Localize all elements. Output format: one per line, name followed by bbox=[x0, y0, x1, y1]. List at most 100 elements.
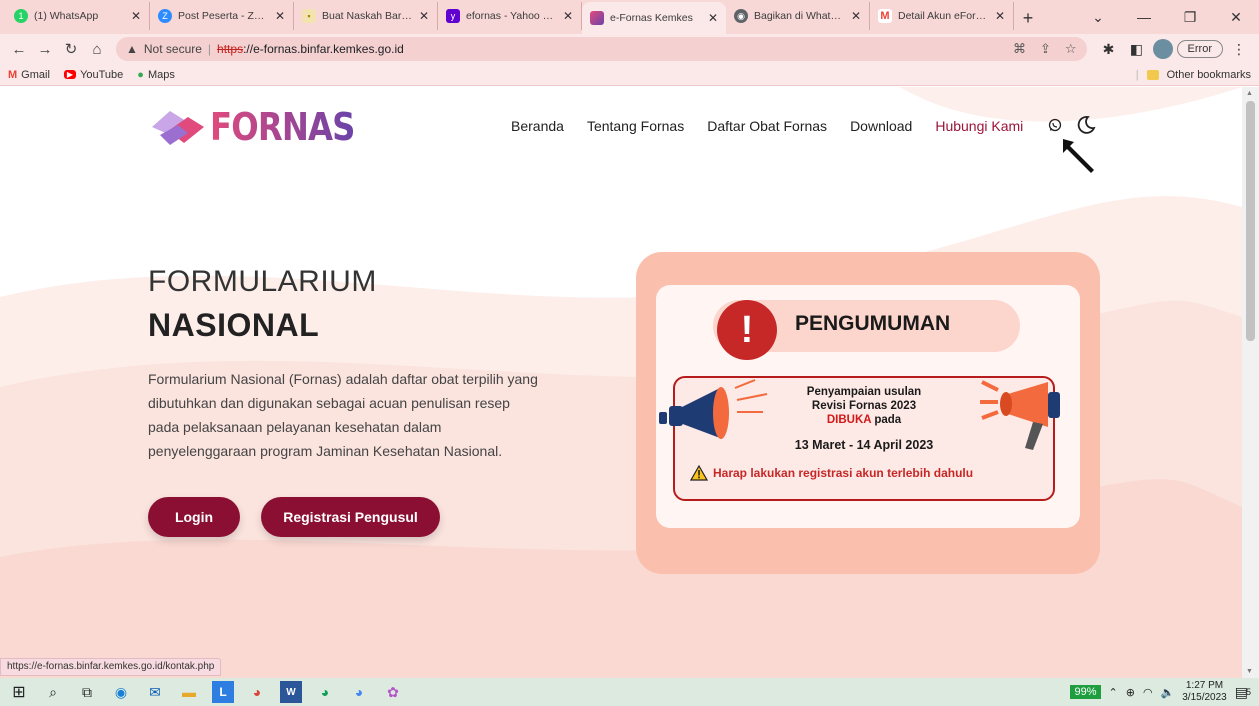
tab-label: Post Peserta - Zoom bbox=[178, 10, 269, 22]
wifi-icon[interactable]: ◠ bbox=[1143, 686, 1153, 699]
announcement-dates: 13 Maret - 14 April 2023 bbox=[794, 438, 934, 452]
close-icon[interactable]: ✕ bbox=[131, 9, 141, 23]
register-button[interactable]: Registrasi Pengusul bbox=[261, 497, 440, 537]
clock-time: 1:27 PM bbox=[1185, 680, 1224, 691]
login-button[interactable]: Login bbox=[148, 497, 240, 537]
edge-icon[interactable]: ◉ bbox=[110, 681, 132, 703]
clock[interactable]: 1:27 PM 3/15/2023 bbox=[1182, 680, 1227, 704]
tab-zoom[interactable]: Z Post Peserta - Zoom ✕ bbox=[150, 2, 294, 30]
mail-icon[interactable]: ✉ bbox=[144, 681, 166, 703]
hero-description: Formularium Nasional (Fornas) adalah daf… bbox=[148, 371, 538, 459]
bookmarks-bar: M Gmail ▶ YouTube ● Maps | Other bookmarks bbox=[0, 64, 1259, 86]
windows-taskbar: ⊞ ⌕ ⧉ ◉ ✉ ▬ L ◕ W ◕ ◕ ✿ 99% ⌃ ⊕ ◠ 🔈 1:27… bbox=[0, 678, 1259, 706]
close-icon[interactable]: ✕ bbox=[563, 9, 573, 23]
menu-icon[interactable]: ⋮ bbox=[1227, 41, 1251, 58]
bookmark-label: Gmail bbox=[21, 68, 50, 81]
security-label[interactable]: Not secure bbox=[144, 42, 202, 56]
side-panel-icon[interactable]: ◧ bbox=[1125, 41, 1149, 58]
whatsapp-icon[interactable] bbox=[1048, 118, 1062, 132]
fornas-logo[interactable]: FORNAS bbox=[148, 105, 380, 149]
extensions-icon[interactable]: ✱ bbox=[1097, 41, 1121, 58]
tab-naskah[interactable]: ▪ Buat Naskah Baru - SI ✕ bbox=[294, 2, 438, 30]
maps-icon: ● bbox=[137, 68, 144, 81]
close-icon[interactable]: ✕ bbox=[708, 11, 718, 25]
minimize-button[interactable]: — bbox=[1121, 9, 1167, 25]
tab-search-icon[interactable]: ⌄ bbox=[1075, 9, 1121, 26]
tab-whatsapp[interactable]: 1 (1) WhatsApp ✕ bbox=[6, 2, 150, 30]
nav-beranda[interactable]: Beranda bbox=[511, 118, 564, 134]
bookmark-label: Maps bbox=[147, 68, 175, 81]
back-button[interactable]: ← bbox=[8, 38, 30, 60]
nav-daftar-obat[interactable]: Daftar Obat Fornas bbox=[707, 118, 827, 134]
bookmark-star-icon[interactable]: ☆ bbox=[1065, 41, 1077, 57]
yahoo-icon: y bbox=[446, 9, 460, 23]
warning-icon[interactable]: ▲ bbox=[126, 42, 138, 56]
tab-label: Bagikan di WhatsApp bbox=[754, 10, 845, 22]
reload-button[interactable]: ↻ bbox=[60, 38, 82, 60]
tab-efornas[interactable]: e-Fornas Kemkes ✕ bbox=[582, 2, 726, 34]
url[interactable]: https://e-fornas.binfar.kemkes.go.id bbox=[217, 42, 404, 56]
share-icon[interactable]: ⇪ bbox=[1040, 41, 1051, 57]
tab-yahoo[interactable]: y efornas - Yahoo Search ✕ bbox=[438, 2, 582, 30]
announcement-line2: Revisi Fornas 2023 bbox=[811, 400, 917, 412]
chrome-icon[interactable]: ◕ bbox=[314, 681, 336, 703]
bookmark-youtube[interactable]: ▶ YouTube bbox=[63, 69, 123, 81]
scrollbar-thumb[interactable] bbox=[1246, 101, 1255, 341]
main-nav: Beranda Tentang Fornas Daftar Obat Forna… bbox=[511, 118, 1023, 134]
close-icon[interactable]: ✕ bbox=[995, 9, 1005, 23]
whatsapp-icon: 1 bbox=[14, 9, 28, 23]
notification-count: 5 bbox=[1245, 687, 1251, 697]
network-icon[interactable]: ⊕ bbox=[1126, 686, 1135, 699]
scroll-down-icon[interactable]: ▼ bbox=[1246, 668, 1253, 675]
address-bar[interactable]: ▲ Not secure | https://e-fornas.binfar.k… bbox=[116, 37, 1087, 61]
nav-tentang-fornas[interactable]: Tentang Fornas bbox=[587, 118, 684, 134]
announcement-opened: DIBUKA bbox=[826, 414, 872, 426]
chevron-up-icon[interactable]: ⌃ bbox=[1109, 686, 1118, 699]
word-icon[interactable]: W bbox=[280, 681, 302, 703]
nav-hubungi-kami[interactable]: Hubungi Kami bbox=[935, 118, 1023, 134]
globe-icon: ◉ bbox=[734, 9, 748, 23]
new-tab-button[interactable]: + bbox=[1014, 4, 1042, 32]
close-icon[interactable]: ✕ bbox=[275, 9, 285, 23]
volume-icon[interactable]: 🔈 bbox=[1161, 686, 1175, 699]
chrome-icon[interactable]: ◕ bbox=[246, 681, 268, 703]
separator: | bbox=[1135, 68, 1139, 81]
gmail-icon: M bbox=[8, 68, 18, 81]
dark-mode-moon-icon[interactable] bbox=[1076, 115, 1096, 135]
file-explorer-icon[interactable]: ▬ bbox=[178, 681, 200, 703]
bookmark-maps[interactable]: ● Maps bbox=[137, 69, 175, 81]
announcement-line1: Penyampaian usulan bbox=[806, 386, 922, 398]
tab-gmail[interactable]: M Detail Akun eFornas ✕ bbox=[870, 2, 1014, 30]
tab-label: efornas - Yahoo Search bbox=[466, 10, 557, 22]
close-icon[interactable]: ✕ bbox=[851, 9, 861, 23]
windows-start-icon[interactable]: ⊞ bbox=[8, 681, 30, 703]
forward-button[interactable]: → bbox=[34, 38, 56, 60]
tab-label: Buat Naskah Baru - SI bbox=[322, 10, 413, 22]
bookmark-gmail[interactable]: M Gmail bbox=[8, 69, 50, 81]
error-button[interactable]: Error bbox=[1176, 40, 1223, 58]
close-icon[interactable]: ✕ bbox=[419, 9, 429, 23]
battery-indicator[interactable]: 99% bbox=[1070, 685, 1101, 699]
page-scrollbar[interactable]: ▲ ▼ bbox=[1242, 87, 1259, 678]
maximize-button[interactable]: ❐ bbox=[1167, 9, 1213, 26]
separator: | bbox=[207, 42, 212, 56]
home-button[interactable]: ⌂ bbox=[86, 38, 108, 60]
search-icon[interactable]: ⌕ bbox=[42, 681, 64, 703]
fornas-icon bbox=[590, 11, 604, 25]
announcement-line3-rest: pada bbox=[871, 414, 902, 426]
task-view-icon[interactable]: ⧉ bbox=[76, 681, 98, 703]
tab-bagikan[interactable]: ◉ Bagikan di WhatsApp ✕ bbox=[726, 2, 870, 30]
hero-title-line2: NASIONAL bbox=[148, 307, 320, 343]
chrome-icon[interactable]: ◕ bbox=[348, 681, 370, 703]
scroll-up-icon[interactable]: ▲ bbox=[1246, 90, 1253, 97]
folder-icon bbox=[1146, 69, 1159, 80]
nav-download[interactable]: Download bbox=[850, 118, 912, 134]
close-window-button[interactable]: ✕ bbox=[1213, 9, 1259, 26]
profile-avatar[interactable] bbox=[1152, 39, 1173, 59]
logo-mark-icon bbox=[152, 111, 204, 145]
translate-icon[interactable]: ⌘ bbox=[1013, 41, 1026, 57]
url-host: ://e-fornas.binfar.kemkes.go.id bbox=[243, 42, 404, 56]
paint-icon[interactable]: ✿ bbox=[382, 681, 404, 703]
l-app-icon[interactable]: L bbox=[212, 681, 234, 703]
other-bookmarks[interactable]: | Other bookmarks bbox=[1136, 69, 1251, 81]
